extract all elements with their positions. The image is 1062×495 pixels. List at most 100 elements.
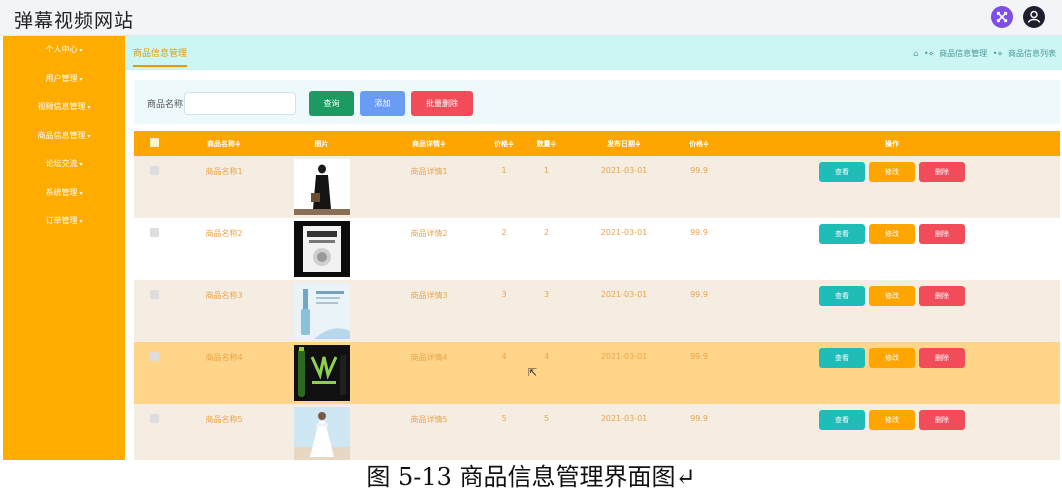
row-checkbox[interactable] (134, 218, 174, 280)
edit-button[interactable]: 修改 (869, 162, 915, 182)
column-header[interactable]: 发布日期≑ (574, 131, 674, 156)
edit-button[interactable]: 修改 (869, 410, 915, 430)
caret-down-icon: ▾ (87, 104, 91, 111)
publish-date-cell: 2021-03-01 (600, 166, 648, 175)
figure-caption: 图 5-13 商品信息管理界面图↵ (0, 460, 1062, 495)
edit-button[interactable]: 修改 (869, 348, 915, 368)
delete-button[interactable]: 删除 (919, 224, 965, 244)
sidebar-item-user-management[interactable]: 用户管理 ▾ (3, 65, 125, 94)
publish-date-cell: 2021-03-01 (600, 352, 648, 361)
breadcrumb-item[interactable]: 商品信息管理 (939, 49, 987, 58)
delete-button[interactable]: 删除 (919, 348, 965, 368)
product-detail-cell: 商品详情4 (410, 353, 448, 362)
table-row: 商品名称4 商品详情4 4 4 2021-03-01 99.9 查看 修改 删除 (134, 342, 1060, 404)
row-actions: 查看 修改 删除 (724, 404, 1060, 460)
column-header[interactable]: 价格≑ (489, 131, 519, 156)
product-detail-cell: 商品详情5 (410, 415, 448, 424)
column-header[interactable]: 商品详情≑ (369, 131, 489, 156)
mouse-cursor-icon: ⇱ (528, 366, 538, 379)
price-cell: 4 (501, 352, 507, 361)
select-all-checkbox[interactable] (134, 131, 174, 156)
sidebar-item-label: 论坛交流 (45, 159, 78, 168)
view-button[interactable]: 查看 (819, 224, 865, 244)
breadcrumb-separator-icon: •⋄ (992, 49, 1003, 58)
caret-down-icon: ▾ (79, 189, 83, 197)
quantity-cell: 1 (543, 166, 550, 175)
product-name-cell: 商品名称3 (205, 291, 243, 300)
sidebar-item-label: 系统管理 (45, 187, 78, 197)
site-title: 弹幕视频网站 (14, 10, 135, 32)
price-cell: 1 (501, 166, 507, 175)
sidebar-item-product-management[interactable]: 商品信息管理 ▾ (3, 122, 125, 151)
product-detail-cell: 商品详情3 (410, 291, 448, 300)
sidebar-item-label: 个人中心 (45, 45, 78, 54)
sidebar-item-forum[interactable]: 论坛交流 ▾ (3, 150, 125, 179)
quantity-cell: 2 (543, 228, 550, 237)
product-detail-cell: 商品详情2 (410, 229, 448, 238)
price2-cell: 99.9 (690, 166, 708, 175)
row-checkbox[interactable] (134, 404, 174, 460)
product-name-cell: 商品名称4 (205, 353, 243, 362)
price-cell: 2 (501, 228, 507, 237)
publish-date-cell: 2021-03-01 (600, 414, 648, 423)
column-header[interactable]: 价格≑ (674, 131, 724, 156)
product-name-cell: 商品名称5 (205, 415, 243, 424)
breadcrumb: ⌂ •⋄ 商品信息管理 •⋄ 商品信息列表 (910, 48, 1056, 59)
sidebar-menu: 个人中心 ▾ 用户管理 ▾ 视频信息管理 ▾ 商品信息管理 ▾ 论坛交流 ▾ 系统管理 ▾ … (3, 36, 125, 460)
fullscreen-icon[interactable] (991, 6, 1013, 28)
sidebar-item-video-management[interactable]: 视频信息管理 ▾ (3, 93, 125, 122)
sidebar-item-label: 订单管理 (45, 216, 78, 225)
column-header[interactable]: 数量≑ (519, 131, 574, 156)
sidebar-item-personal-center[interactable]: 个人中心 ▾ (3, 36, 125, 65)
product-image-cell (274, 218, 369, 280)
sidebar-item-order-management[interactable]: 订单管理 ▾ (3, 207, 125, 236)
edit-button[interactable]: 修改 (869, 286, 915, 306)
publish-date-cell: 2021-03-01 (600, 228, 648, 237)
row-checkbox[interactable] (134, 342, 174, 404)
query-button[interactable]: 查询 (309, 91, 354, 116)
product-name-search-input[interactable] (184, 92, 296, 115)
tab-product-management[interactable]: 商品信息管理 (133, 46, 188, 67)
row-actions: 查看 修改 删除 (724, 218, 1060, 280)
table-row: 商品名称3 商品详情3 3 3 2021-03-01 99.9 查看 修改 删除 (134, 280, 1060, 342)
delete-button[interactable]: 删除 (919, 286, 965, 306)
row-checkbox[interactable] (134, 280, 174, 342)
caption-text: 图 5-13 商品信息管理界面图↵ (366, 463, 696, 491)
product-name-cell: 商品名称2 (205, 229, 243, 238)
search-label: 商品名称 (147, 100, 184, 110)
column-header: 操作 (885, 139, 899, 148)
batch-delete-button[interactable]: 批量删除 (411, 91, 473, 116)
row-checkbox[interactable] (134, 156, 174, 218)
edit-button[interactable]: 修改 (869, 224, 915, 244)
view-button[interactable]: 查看 (819, 348, 865, 368)
product-table: 商品名称≑ 图片 商品详情≑ 价格≑ 数量≑ 发布日期≑ 价格≑ 操作 商品名称… (134, 131, 1060, 460)
delete-button[interactable]: 删除 (919, 410, 965, 430)
price-cell: 5 (501, 414, 507, 423)
product-image-cell (274, 280, 369, 342)
view-button[interactable]: 查看 (819, 286, 865, 306)
view-button[interactable]: 查看 (819, 162, 865, 182)
sidebar-item-system-management[interactable]: 系统管理 ▾ (3, 179, 125, 208)
product-image-cell (274, 342, 369, 404)
user-avatar-icon[interactable] (1023, 6, 1045, 28)
table-row: 商品名称1 商品详情1 1 1 2021-03-01 99.9 查看 修改 删除 (134, 156, 1060, 218)
caret-down-icon: ▾ (79, 47, 83, 54)
caret-down-icon: ▾ (79, 218, 83, 225)
product-name-cell: 商品名称1 (205, 167, 243, 176)
sidebar-item-label: 用户管理 (45, 73, 78, 83)
row-actions: 查看 修改 删除 (724, 342, 1060, 404)
row-actions: 查看 修改 删除 (724, 156, 1060, 218)
product-detail-cell: 商品详情1 (410, 167, 448, 176)
row-actions: 查看 修改 删除 (724, 280, 1060, 342)
price2-cell: 99.9 (690, 290, 708, 299)
search-panel: 商品名称 查询 添加 批量删除 (134, 80, 1060, 124)
app-root: 弹幕视频网站 个人中心 ▾ 用户管理 ▾ 视频信息管理 ▾ 商品信息管理 ▾ 论坛交流 ▾… (0, 0, 1062, 495)
column-header[interactable]: 商品名称≑ (174, 131, 274, 156)
product-image-cell (274, 156, 369, 218)
person-icon (1027, 10, 1041, 23)
add-button[interactable]: 添加 (360, 91, 405, 116)
view-button[interactable]: 查看 (819, 410, 865, 430)
home-icon[interactable]: ⌂ (913, 49, 918, 58)
delete-button[interactable]: 删除 (919, 162, 965, 182)
caret-down-icon: ▾ (87, 132, 91, 140)
